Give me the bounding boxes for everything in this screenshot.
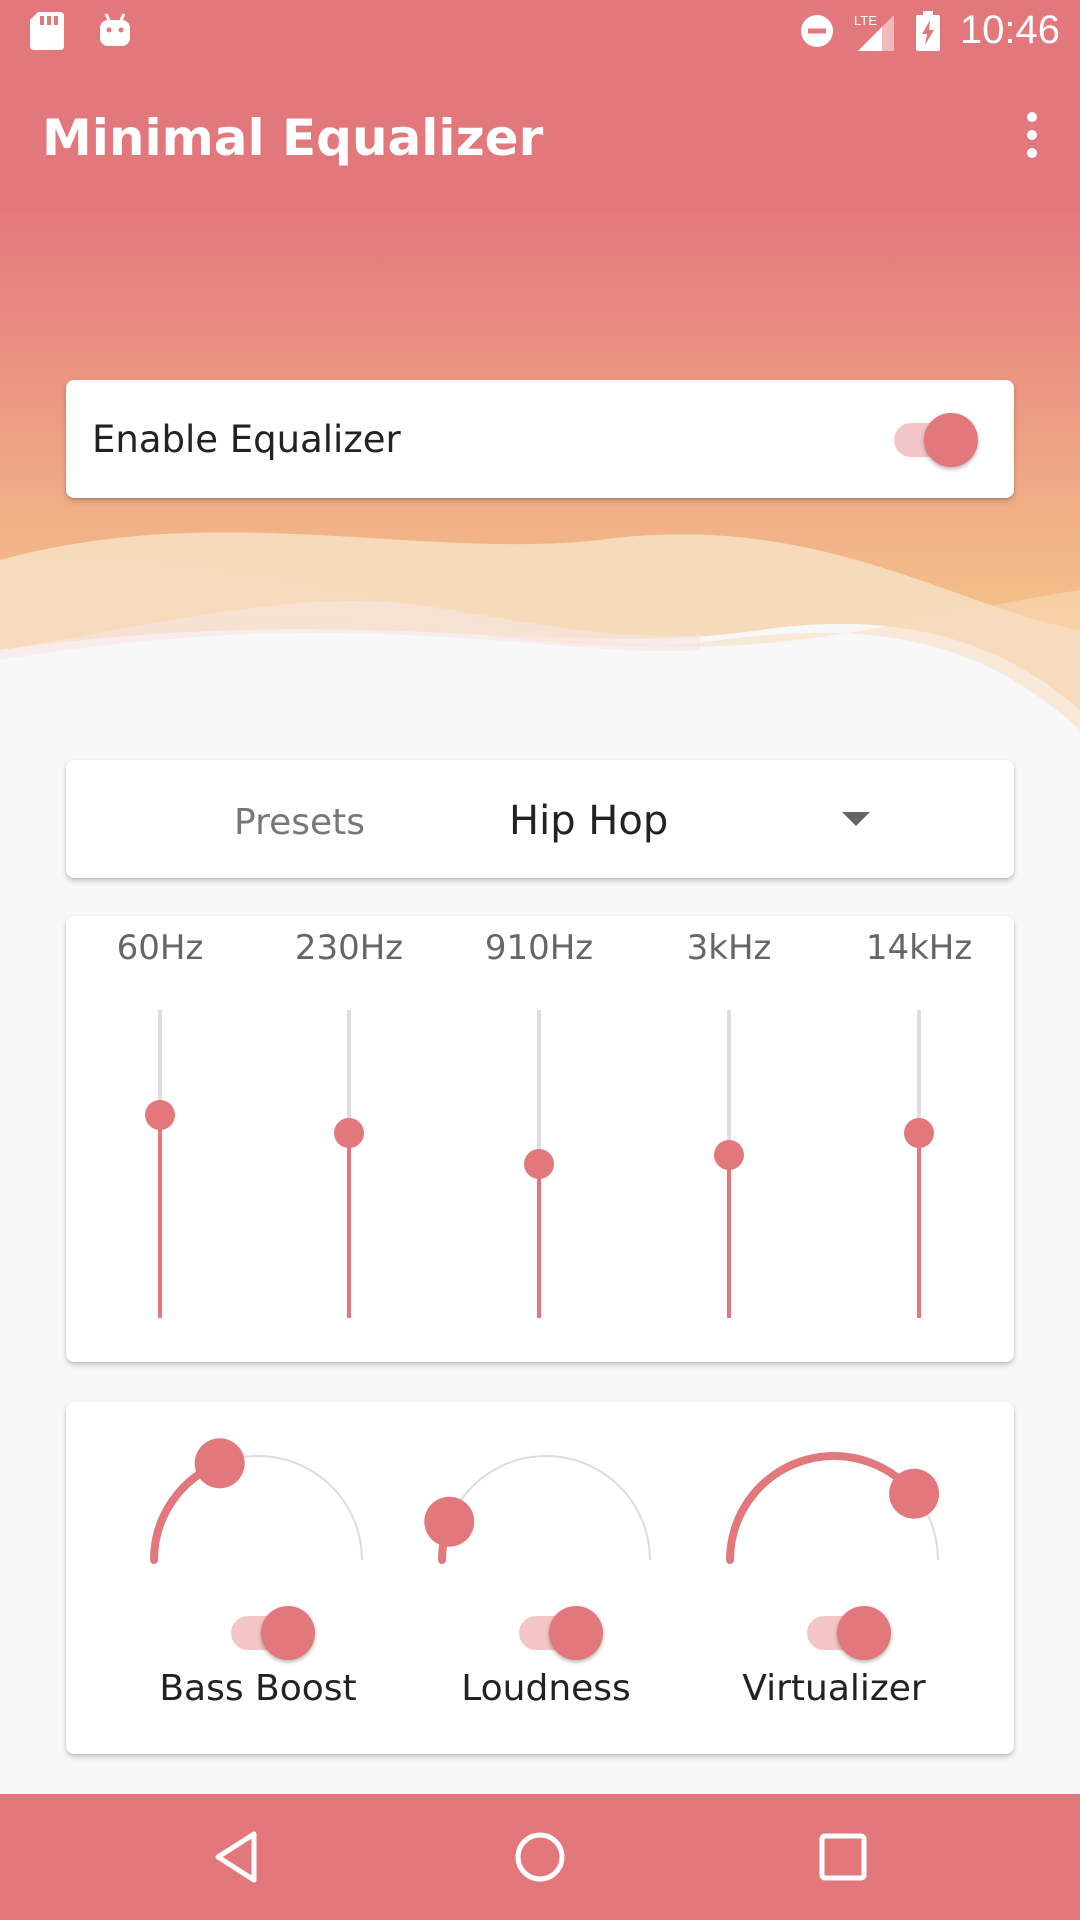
switch-thumb — [549, 1606, 603, 1660]
band-230hz: 230Hz — [274, 916, 424, 1362]
band-slider-fill — [347, 1133, 351, 1318]
app-title: Minimal Equalizer — [42, 109, 544, 167]
virtualizer-knob[interactable] — [709, 1432, 959, 1592]
band-slider-thumb[interactable] — [524, 1149, 554, 1179]
app-bar: Minimal Equalizer — [0, 63, 1080, 210]
switch-thumb — [924, 413, 978, 467]
loudness-label: Loudness — [461, 1668, 631, 1709]
knob-thumb[interactable] — [889, 1468, 940, 1519]
effects-card: Bass Boost Loudness Virtualizer — [66, 1402, 1014, 1754]
knob-fill — [726, 1452, 919, 1564]
switch-thumb — [261, 1606, 315, 1660]
band-label: 14kHz — [865, 928, 973, 968]
signal-icon: LTE — [854, 13, 894, 51]
enable-equalizer-switch[interactable] — [894, 412, 978, 468]
status-bar: LTE 10:46 — [0, 0, 1080, 63]
band-60hz: 60Hz — [85, 916, 235, 1362]
bass-boost-label: Bass Boost — [159, 1668, 357, 1709]
band-14khz: 14kHz — [844, 916, 994, 1362]
recents-button[interactable] — [808, 1822, 878, 1892]
band-label: 230Hz — [294, 928, 404, 968]
enable-equalizer-label: Enable Equalizer — [92, 418, 401, 461]
do-not-disturb-icon — [800, 14, 833, 47]
virtualizer-switch[interactable] — [807, 1605, 891, 1661]
band-slider-thumb[interactable] — [904, 1118, 934, 1149]
band-slider-fill — [917, 1133, 921, 1318]
sd-card-icon — [30, 12, 64, 50]
band-label: 3kHz — [686, 928, 772, 968]
bass-boost-switch[interactable] — [231, 1605, 315, 1661]
more-vert-icon — [1027, 112, 1037, 158]
loudness-switch[interactable] — [519, 1605, 603, 1661]
back-button[interactable] — [202, 1822, 272, 1892]
arrow-drop-down-icon[interactable] — [842, 812, 870, 826]
band-slider-fill — [727, 1154, 731, 1318]
presets-dropdown[interactable]: Presets Hip Hop — [66, 760, 1014, 878]
band-slider-thumb[interactable] — [714, 1139, 744, 1170]
band-label: 910Hz — [484, 928, 594, 968]
battery-charging-icon — [915, 10, 940, 51]
loudness-control: Loudness — [421, 1402, 671, 1754]
loudness-knob[interactable] — [421, 1432, 671, 1592]
android-icon — [100, 13, 130, 46]
band-3khz: 3kHz — [654, 916, 804, 1362]
knob-thumb[interactable] — [194, 1438, 245, 1489]
home-button[interactable] — [505, 1822, 575, 1892]
network-type-label: LTE — [854, 13, 877, 28]
presets-selected-value[interactable]: Hip Hop — [509, 798, 668, 844]
enable-equalizer-card: Enable Equalizer — [66, 380, 1014, 498]
band-label: 60Hz — [116, 928, 204, 968]
knob-thumb[interactable] — [424, 1496, 475, 1547]
knob-track — [441, 1455, 651, 1561]
presets-label: Presets — [234, 802, 366, 843]
band-slider-fill — [158, 1114, 162, 1318]
band-slider-thumb[interactable] — [145, 1099, 175, 1130]
knob-track — [153, 1455, 363, 1561]
recents-icon — [819, 1833, 867, 1881]
home-icon — [515, 1832, 565, 1882]
band-slider-thumb[interactable] — [334, 1118, 364, 1149]
equalizer-bands-card: 60Hz 230Hz 910Hz 3kHz 14kHz — [66, 916, 1014, 1362]
switch-thumb — [837, 1606, 891, 1660]
band-slider-fill — [537, 1164, 541, 1318]
virtualizer-control: Virtualizer — [709, 1402, 959, 1754]
back-icon — [215, 1831, 257, 1883]
clock: 10:46 — [959, 8, 1060, 52]
overflow-menu-button[interactable] — [1008, 103, 1056, 167]
navigation-bar — [0, 1794, 1080, 1920]
virtualizer-label: Virtualizer — [742, 1668, 926, 1709]
bass-boost-control: Bass Boost — [133, 1402, 383, 1754]
bass-boost-knob[interactable] — [133, 1432, 383, 1592]
band-910hz: 910Hz — [464, 916, 614, 1362]
